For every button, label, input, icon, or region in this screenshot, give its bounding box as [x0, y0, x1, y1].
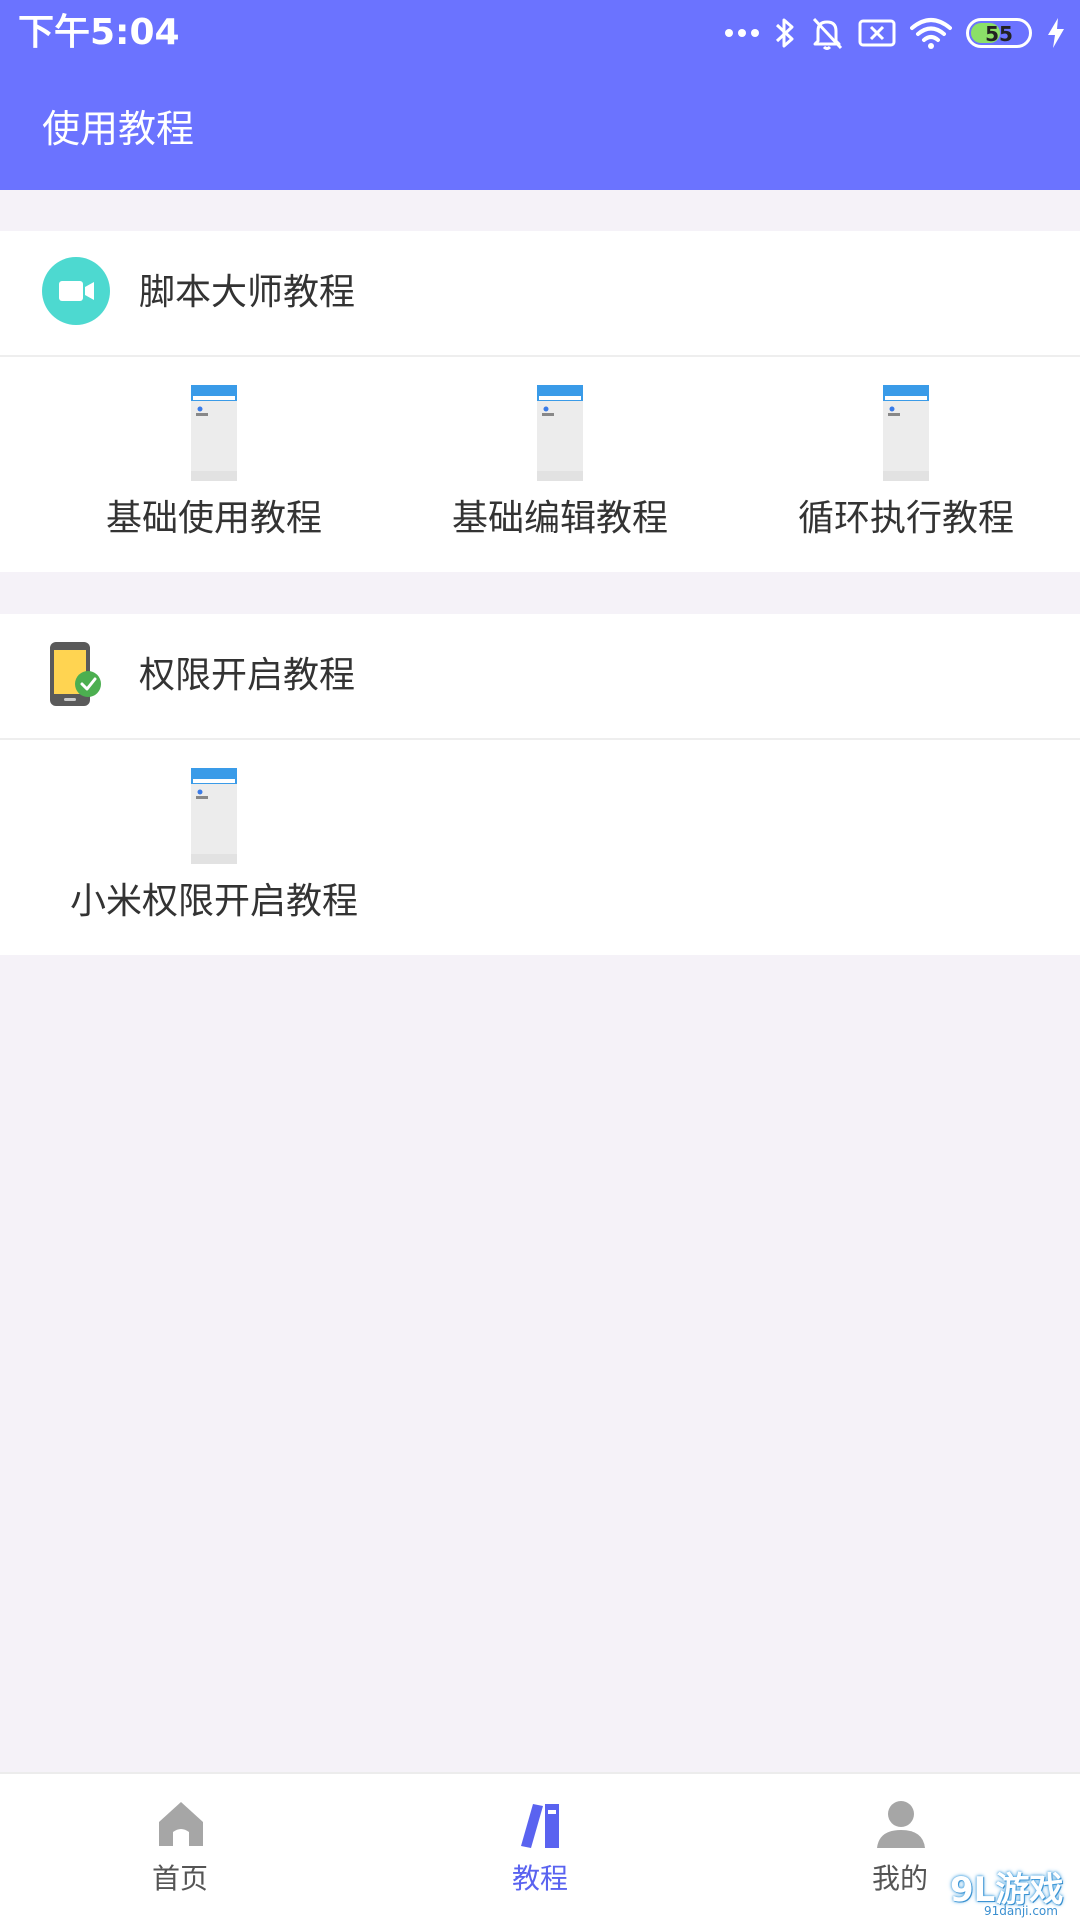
- bell-muted-icon: [812, 17, 843, 50]
- more-dots-icon: [725, 29, 759, 37]
- page-title: 使用教程: [42, 107, 195, 151]
- watermark-logo: 9L游戏 91danji.com: [934, 1870, 1074, 1918]
- section-header: 脚本大师教程: [0, 231, 1080, 357]
- tutorial-grid: 小米权限开启教程: [0, 740, 1080, 955]
- wifi-icon: [910, 18, 952, 49]
- tutorial-item-xiaomi-permission[interactable]: 小米权限开启教程: [41, 740, 387, 955]
- books-icon: [521, 1804, 559, 1848]
- status-icons: 55: [724, 10, 1066, 56]
- status-time: 下午5:04: [18, 12, 180, 53]
- charging-icon: [1048, 18, 1064, 48]
- tutorial-thumbnail: [191, 768, 237, 864]
- bluetooth-icon: [775, 18, 794, 48]
- profile-icon: [877, 1801, 925, 1848]
- section-permissions: 权限开启教程 小米权限开启教程: [0, 614, 1080, 955]
- tutorial-thumbnail: [537, 385, 583, 481]
- tutorial-label: 小米权限开启教程: [69, 881, 358, 922]
- tutorial-item-basic-edit[interactable]: 基础编辑教程: [387, 357, 733, 572]
- nav-item-home[interactable]: 首页: [0, 1774, 360, 1922]
- battery-percent: 55: [985, 22, 1013, 46]
- battery-indicator: 55: [966, 18, 1032, 48]
- nav-label: 首页: [151, 1862, 208, 1895]
- home-icon: [159, 1802, 203, 1846]
- tutorial-item-basic-use[interactable]: 基础使用教程: [41, 357, 387, 572]
- nav-label: 教程: [511, 1862, 568, 1895]
- bottom-nav: 首页 教程 我的: [0, 1772, 1080, 1922]
- video-camera-icon: [42, 257, 110, 325]
- nav-item-tutorial[interactable]: 教程: [360, 1774, 720, 1922]
- tutorial-item-loop-exec[interactable]: 循环执行教程: [733, 357, 1079, 572]
- tutorial-label: 基础使用教程: [105, 498, 322, 539]
- tutorial-thumbnail: [883, 385, 929, 481]
- sim-blocked-icon: [858, 19, 896, 47]
- app-header: 下午5:04 55 使用教程: [0, 0, 1080, 190]
- tutorial-grid: 基础使用教程 基础编辑教程 循环执行教程: [0, 357, 1080, 572]
- watermark-sub: 91danji.com: [984, 1904, 1058, 1918]
- tutorial-label: 基础编辑教程: [451, 498, 668, 539]
- phone-check-icon: [50, 642, 101, 706]
- section-title: 脚本大师教程: [139, 272, 356, 313]
- tutorial-label: 循环执行教程: [797, 498, 1014, 539]
- section-script-master: 脚本大师教程 基础使用教程 基础编辑教程 循环执行教程: [0, 231, 1080, 572]
- status-bar: 下午5:04 55: [0, 0, 1080, 66]
- tutorial-thumbnail: [191, 385, 237, 481]
- section-header: 权限开启教程: [0, 614, 1080, 740]
- section-title: 权限开启教程: [139, 655, 356, 696]
